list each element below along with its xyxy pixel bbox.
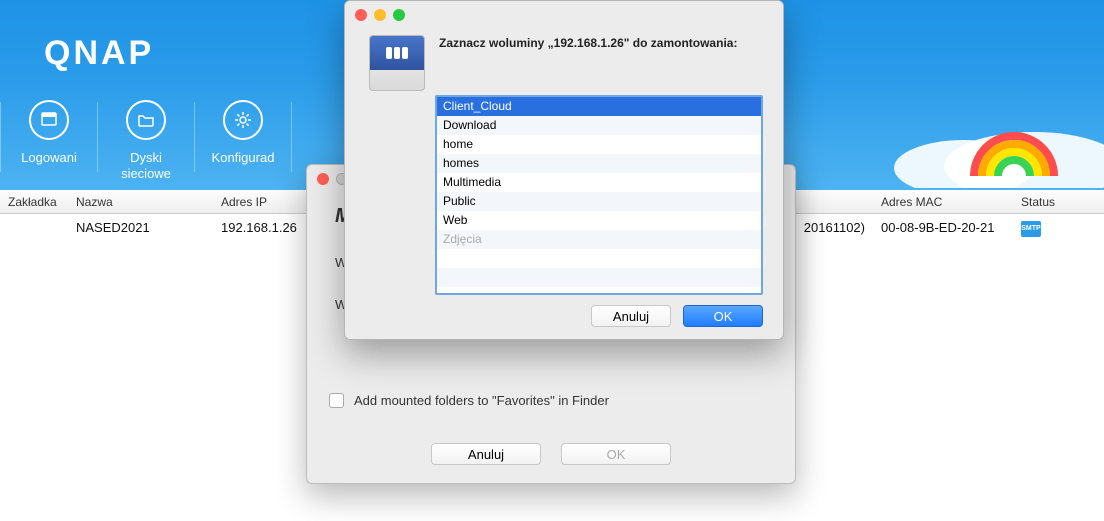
smtp-icon: SMTP [1021, 221, 1041, 237]
folder-icon [126, 100, 166, 140]
zoom-icon[interactable] [393, 9, 405, 21]
nav-drives[interactable]: Dyskisieciowe [98, 96, 194, 182]
col-nazwa[interactable]: Nazwa [68, 195, 213, 209]
cloud-graphic [844, 80, 1104, 188]
volume-row[interactable]: Client_Cloud [437, 97, 761, 116]
brand-logo: QNAP [44, 34, 154, 73]
volume-row[interactable]: homes [437, 154, 761, 173]
col-zakladka[interactable]: Zakładka [0, 195, 68, 209]
nav-config[interactable]: Konfigurad [195, 96, 291, 166]
close-icon[interactable] [317, 173, 329, 185]
cell-mac: 00-08-9B-ED-20-21 [873, 220, 1013, 235]
gear-icon [223, 100, 263, 140]
nav-login[interactable]: Logowani [1, 96, 97, 166]
nav-drives-label: Dyskisieciowe [98, 150, 194, 182]
volume-row[interactable]: Download [437, 116, 761, 135]
ok-button-disabled: OK [561, 443, 671, 465]
volume-row[interactable]: Web [437, 211, 761, 230]
dialog-prompt: Zaznacz woluminy „192.168.1.26" do zamon… [439, 35, 737, 91]
cell-status: SMTP [1013, 218, 1073, 237]
volume-select-dialog: Zaznacz woluminy „192.168.1.26" do zamon… [344, 0, 784, 340]
favorites-label: Add mounted folders to "Favorites" in Fi… [354, 393, 609, 408]
nav-config-label: Konfigurad [195, 150, 291, 166]
qnap-nav: Logowani Dyskisieciowe Konfigurad [0, 96, 292, 182]
volume-row[interactable]: Multimedia [437, 173, 761, 192]
minimize-icon[interactable] [374, 9, 386, 21]
volume-row[interactable]: Public [437, 192, 761, 211]
nav-separator [291, 102, 292, 172]
login-icon [29, 100, 69, 140]
volume-row-empty [437, 268, 761, 287]
favorites-checkbox[interactable] [329, 393, 344, 408]
volume-row-empty [437, 249, 761, 268]
network-drive-icon [369, 35, 425, 91]
col-mac[interactable]: Adres MAC [873, 195, 1013, 209]
volume-row: Zdjęcia [437, 230, 761, 249]
close-icon[interactable] [355, 9, 367, 21]
volume-list[interactable]: Client_CloudDownloadhomehomesMultimediaP… [435, 95, 763, 295]
ok-button[interactable]: OK [683, 305, 763, 327]
nav-login-label: Logowani [1, 150, 97, 166]
window-controls [355, 9, 405, 21]
cancel-button[interactable]: Anuluj [431, 443, 541, 465]
volume-row[interactable]: home [437, 135, 761, 154]
cell-nazwa: NASED2021 [68, 220, 213, 235]
col-status[interactable]: Status [1013, 195, 1073, 209]
cancel-button[interactable]: Anuluj [591, 305, 671, 327]
